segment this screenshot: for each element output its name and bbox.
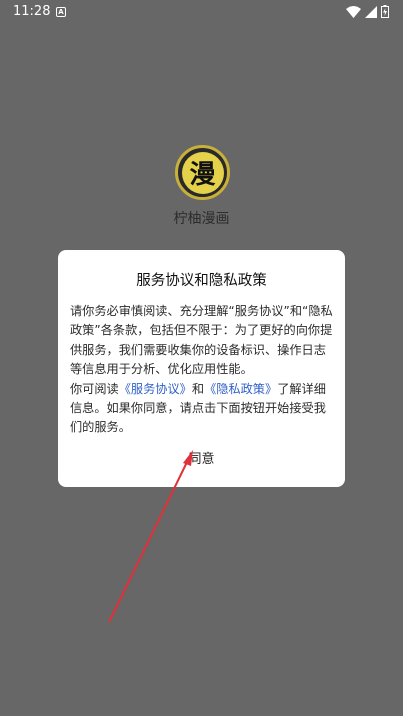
- dialog-title: 服务协议和隐私政策: [136, 273, 267, 289]
- service-agreement-link[interactable]: 《服务协议》: [119, 382, 192, 396]
- app-logo: 漫: [175, 145, 230, 200]
- status-icons: [346, 5, 389, 18]
- app-logo-glyph: 漫: [181, 151, 224, 194]
- status-bar: 11:28 A: [0, 0, 403, 24]
- dialog-paragraph-1: 请你务必审慎阅读、充分理解“服务协议”和“隐私政策”各条款，包括但不限于：为了更…: [70, 304, 333, 377]
- privacy-dialog: 服务协议和隐私政策 请你务必审慎阅读、充分理解“服务协议”和“隐私政策”各条款，…: [58, 250, 345, 487]
- agree-button[interactable]: 同意: [58, 448, 345, 467]
- dialog-paragraph-2: 你可阅读《服务协议》和《隐私政策》了解详细信息。如果你同意，请点击下面按钮开始接…: [70, 380, 336, 438]
- screen: 11:28 A 漫 柠柚漫画 服务协议和隐私政策 请你务必审慎阅读、充分理解“服…: [0, 0, 403, 716]
- signal-icon: [365, 5, 377, 18]
- p2-and: 和: [191, 381, 205, 396]
- battery-charging-icon: [381, 5, 389, 18]
- app-name: 柠柚漫画: [173, 211, 230, 227]
- notification-a-icon: A: [56, 7, 66, 17]
- privacy-policy-link[interactable]: 《隐私政策》: [204, 382, 277, 396]
- p2-prefix: 你可阅读: [70, 381, 119, 396]
- wifi-icon: [346, 5, 361, 18]
- dialog-body: 请你务必审慎阅读、充分理解“服务协议”和“隐私政策”各条款，包括但不限于：为了更…: [70, 302, 336, 438]
- status-time: 11:28: [13, 4, 51, 19]
